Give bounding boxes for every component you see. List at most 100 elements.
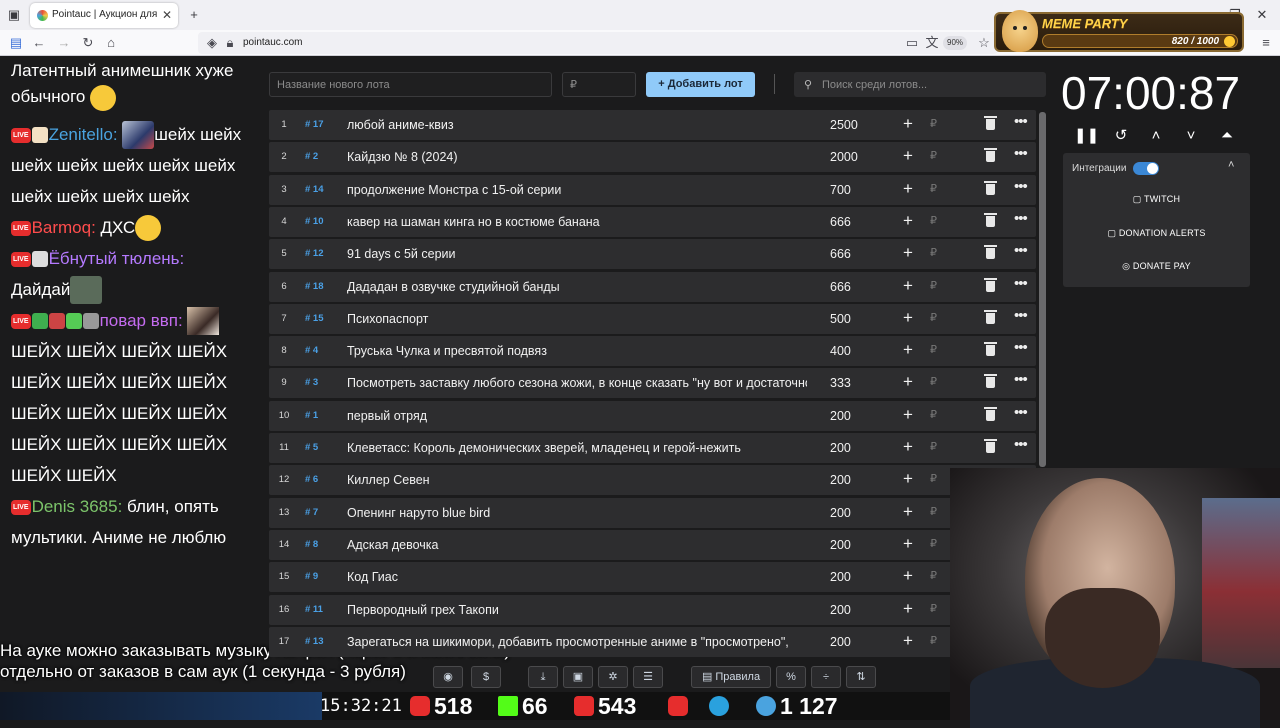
- more-options-icon[interactable]: •••: [1014, 113, 1028, 130]
- delete-icon[interactable]: [984, 406, 997, 421]
- lot-row[interactable]: 13 # 7 Опенинг наруто blue bird 200 + ₽: [269, 497, 1036, 528]
- new-tab-icon[interactable]: +: [186, 7, 202, 23]
- add-amount-icon[interactable]: +: [903, 179, 913, 199]
- add-amount-icon[interactable]: +: [903, 599, 913, 619]
- forward-arrow-icon[interactable]: →: [56, 35, 72, 51]
- lot-name[interactable]: продолжение Монстра с 15-ой серии: [347, 183, 807, 197]
- lot-amount[interactable]: 666: [830, 215, 851, 229]
- chevron-down-icon[interactable]: ˅: [1180, 125, 1202, 147]
- sort-icon[interactable]: ⇅: [846, 666, 876, 688]
- more-options-icon[interactable]: •••: [1014, 178, 1028, 195]
- delete-icon[interactable]: [984, 212, 997, 227]
- add-amount-icon[interactable]: +: [903, 469, 913, 489]
- lot-name[interactable]: Зарегаться на шикимори, добавить просмот…: [347, 635, 807, 649]
- lot-amount[interactable]: 2000: [830, 150, 858, 164]
- add-amount-icon[interactable]: +: [903, 372, 913, 392]
- lot-name[interactable]: Клеветасс: Король демонических зверей, м…: [347, 441, 807, 455]
- translate-icon[interactable]: 文: [924, 35, 940, 51]
- add-amount-icon[interactable]: +: [903, 534, 913, 554]
- lot-name[interactable]: Код Гиас: [347, 570, 807, 584]
- delete-icon[interactable]: [984, 374, 997, 389]
- browser-tab-active[interactable]: Pointauc | Аукцион для стримеров ✕: [30, 3, 178, 28]
- lot-row[interactable]: 6 # 18 Дададан в озвучке студийной банды 66…: [269, 271, 1036, 302]
- add-amount-icon[interactable]: +: [903, 631, 913, 651]
- lot-name[interactable]: Посмотреть заставку любого сезона жожи, …: [347, 376, 807, 390]
- delete-icon[interactable]: [984, 277, 997, 292]
- lot-amount[interactable]: 2500: [830, 118, 858, 132]
- lock-icon[interactable]: 🔒︎: [222, 35, 238, 51]
- lot-row[interactable]: 10 # 1 первый отряд 200 + ₽ •••: [269, 400, 1036, 431]
- lot-row[interactable]: 11 # 5 Клеветасс: Король демонических звер…: [269, 433, 1036, 463]
- zoom-level[interactable]: 90%: [943, 36, 968, 50]
- search-box[interactable]: ⚲: [794, 72, 1046, 97]
- double-chevron-up-icon[interactable]: ⏶: [1216, 125, 1238, 147]
- lot-row[interactable]: 2 # 2 Кайдзю № 8 (2024) 2000 + ₽ •••: [269, 142, 1036, 173]
- lot-name-input[interactable]: [269, 72, 552, 97]
- lot-name[interactable]: кавер на шаман кинга но в костюме банана: [347, 215, 807, 229]
- lot-amount[interactable]: 500: [830, 312, 851, 326]
- lot-name[interactable]: любой аниме-квиз: [347, 118, 807, 132]
- address-bar[interactable]: ◈ 🔒︎ pointauc.com ▭ 文 90% ☆: [198, 32, 998, 54]
- lot-row[interactable]: 1 # 17 любой аниме-квиз 2500 + ₽ •••: [269, 110, 1036, 140]
- percent-icon[interactable]: %: [776, 666, 806, 688]
- lot-amount[interactable]: 200: [830, 409, 851, 423]
- shield-icon[interactable]: ◈: [204, 35, 220, 51]
- reset-icon[interactable]: ↺: [1110, 125, 1132, 147]
- split-icon[interactable]: ÷: [811, 666, 841, 688]
- lot-name[interactable]: Опенинг наруто blue bird: [347, 506, 807, 520]
- more-options-icon[interactable]: •••: [1014, 210, 1028, 227]
- lot-name[interactable]: 91 days с 5й серии: [347, 247, 807, 261]
- download-icon[interactable]: ⤓: [528, 666, 558, 688]
- delete-icon[interactable]: [984, 180, 997, 195]
- add-amount-icon[interactable]: +: [903, 211, 913, 231]
- add-amount-icon[interactable]: +: [903, 502, 913, 522]
- more-options-icon[interactable]: •••: [1014, 371, 1028, 388]
- lot-name[interactable]: первый отряд: [347, 409, 807, 423]
- add-amount-icon[interactable]: +: [903, 276, 913, 296]
- delete-icon[interactable]: [984, 309, 997, 324]
- add-amount-icon[interactable]: +: [903, 340, 913, 360]
- twitch-button[interactable]: ▢ TWITCH: [1072, 188, 1241, 211]
- lot-amount[interactable]: 200: [830, 603, 851, 617]
- chat-username[interactable]: Denis 3685:: [32, 497, 123, 516]
- delete-icon[interactable]: [984, 342, 997, 357]
- tab-close-icon[interactable]: ✕: [162, 8, 172, 22]
- lot-amount[interactable]: 666: [830, 247, 851, 261]
- lot-row[interactable]: 8 # 4 Труська Чулка и пресвятой подвяз 400 +…: [269, 336, 1036, 367]
- lot-name[interactable]: Психопаспорт: [347, 312, 807, 326]
- lot-amount[interactable]: 333: [830, 376, 851, 390]
- more-options-icon[interactable]: •••: [1014, 404, 1028, 421]
- bug-icon[interactable]: ✲: [598, 666, 628, 688]
- window-close-icon[interactable]: ✕: [1254, 7, 1270, 23]
- lot-amount[interactable]: 700: [830, 183, 851, 197]
- lot-row[interactable]: 4 # 10 кавер на шаман кинга но в костюме б…: [269, 206, 1036, 237]
- integrations-toggle[interactable]: [1133, 162, 1159, 175]
- add-amount-icon[interactable]: +: [903, 114, 913, 134]
- meme-party-widget[interactable]: MEME PARTY 820 / 1000: [994, 10, 1244, 52]
- lot-row[interactable]: 12 # 6 Киллер Севен 200 + ₽: [269, 465, 1036, 496]
- lot-amount[interactable]: 200: [830, 473, 851, 487]
- lot-row[interactable]: 7 # 15 Психопаспорт 500 + ₽ •••: [269, 303, 1036, 334]
- chat-username[interactable]: Barmoq:: [32, 218, 96, 237]
- more-options-icon[interactable]: •••: [1014, 307, 1028, 324]
- collapse-chevron-icon[interactable]: ˄: [1228, 159, 1234, 171]
- lot-amount[interactable]: 200: [830, 538, 851, 552]
- add-lot-button[interactable]: + Добавить лот: [646, 72, 755, 97]
- lot-name[interactable]: Кайдзю № 8 (2024): [347, 150, 807, 164]
- chat-username[interactable]: Zenitello:: [49, 125, 118, 144]
- add-amount-icon[interactable]: +: [903, 243, 913, 263]
- lot-name[interactable]: Дададан в озвучке студийной банды: [347, 280, 807, 294]
- add-amount-icon[interactable]: +: [903, 566, 913, 586]
- pause-icon[interactable]: ❚❚: [1074, 125, 1099, 147]
- lot-name[interactable]: Адская девочка: [347, 538, 807, 552]
- more-options-icon[interactable]: •••: [1014, 339, 1028, 356]
- save-icon[interactable]: ▣: [563, 666, 593, 688]
- delete-icon[interactable]: [984, 245, 997, 260]
- menu-icon[interactable]: ≡: [1258, 35, 1274, 51]
- lot-amount[interactable]: 200: [830, 635, 851, 649]
- rules-button[interactable]: ▤ Правила: [691, 666, 771, 688]
- sidebar-toggle-icon[interactable]: ▤: [8, 35, 24, 51]
- lot-row[interactable]: 15 # 9 Код Гиас 200 + ₽: [269, 562, 1036, 593]
- delete-icon[interactable]: [984, 148, 997, 163]
- delete-icon[interactable]: [984, 116, 997, 130]
